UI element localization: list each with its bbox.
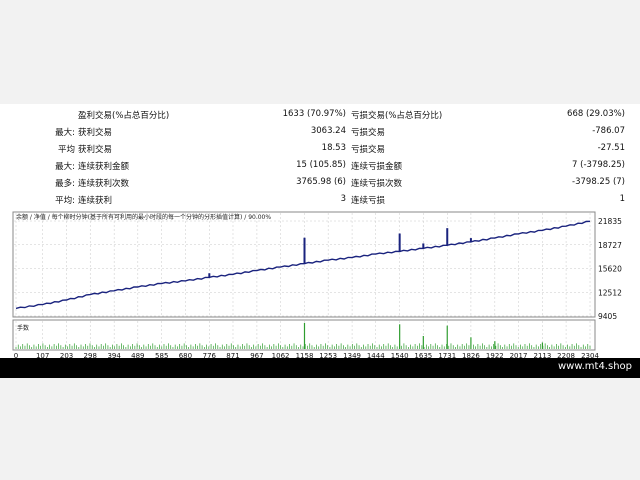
stat-value-right: 7 (-3798.25): [572, 160, 625, 170]
stat-value-right: 1: [619, 194, 625, 204]
chart-title: 余额 / 净值 / 每个柳时分钟(基于所有可利用的最小时段的每一个分钟的分形插值…: [16, 214, 272, 221]
stat-label-left: 获利交易: [78, 128, 113, 138]
stat-value-left: 3063.24: [310, 126, 346, 136]
stat-value-right: -27.51: [597, 143, 625, 153]
site-url-text: www.mt4.shop: [557, 361, 632, 372]
stat-label-left: 连续获利次数: [78, 179, 130, 189]
stat-row: 平均: 连续获利 3 连续亏损 1: [0, 191, 640, 208]
stat-label-right: 亏损交易: [351, 145, 386, 155]
plot-frame: [12, 211, 596, 318]
stat-row: 盈利交易(%占总百分比) 1633 (70.97%) 亏损交易(%占总百分比) …: [0, 106, 640, 123]
stat-row: 最多: 连续获利次数 3765.98 (6) 连续亏损次数 -3798.25 (…: [0, 174, 640, 191]
equity-chart-svg: 218351872715620125129405 0 107 203 298 394 48…: [12, 211, 622, 359]
stat-prefix: 最大:: [55, 162, 75, 172]
stat-value-right: -786.07: [592, 126, 625, 136]
stats-table: 盈利交易(%占总百分比) 1633 (70.97%) 亏损交易(%占总百分比) …: [0, 104, 640, 209]
y-tick-label: 9405: [598, 312, 617, 321]
stat-label-right: 连续亏损: [351, 196, 386, 206]
equity-chart: 21835 18727 15620 12512 9405 0 107 203 298 394 48…: [0, 209, 640, 359]
stat-label-left: 连续获利: [78, 196, 113, 206]
stat-row: 最大: 连续获利金额 15 (105.85) 连续亏损金额 7 (-3798.2…: [0, 157, 640, 174]
bottom-background: [0, 378, 640, 480]
stat-label-right: 亏损交易: [351, 128, 386, 138]
stat-label-left: 盈利交易(%占总百分比): [78, 111, 170, 121]
stat-value-left: 3: [340, 194, 346, 204]
y-tick-label: 21835: [598, 217, 622, 226]
stat-label-right: 连续亏损金额: [351, 162, 403, 172]
stat-row: 平均 获利交易 18.53 亏损交易 -27.51: [0, 140, 640, 157]
y-axis-ticks: 21835 18727 15620 12512 9405: [598, 217, 622, 321]
stat-prefix: 最多:: [55, 179, 75, 189]
strategy-report: 盈利交易(%占总百分比) 1633 (70.97%) 亏损交易(%占总百分比) …: [0, 104, 640, 359]
volume-label: 手数: [17, 325, 30, 332]
y-tick-label: 15620: [598, 265, 622, 274]
stat-label-left: 获利交易: [78, 145, 113, 155]
stat-value-right: 668 (29.03%): [567, 109, 625, 119]
stat-prefix: 平均: [57, 145, 75, 155]
stat-value-left: 18.53: [321, 143, 346, 153]
stat-label-left: 连续获利金额: [78, 162, 130, 172]
y-tick-label: 18727: [598, 241, 622, 250]
stat-label-right: 连续亏损次数: [351, 179, 403, 189]
stat-value-left: 15 (105.85): [296, 160, 346, 170]
stat-prefix: 最大:: [55, 128, 75, 138]
stat-value-left: 3765.98 (6): [296, 177, 346, 187]
stat-row: 最大: 获利交易 3063.24 亏损交易 -786.07: [0, 123, 640, 140]
stat-label-right: 亏损交易(%占总百分比): [351, 111, 443, 121]
top-background: [0, 0, 640, 104]
footer-bar: www.mt4.shop: [0, 358, 640, 378]
stat-value-left: 1633 (70.97%): [282, 109, 346, 119]
stat-prefix: 平均:: [55, 196, 75, 206]
stat-value-right: -3798.25 (7): [572, 177, 625, 187]
y-tick-label: 12512: [598, 288, 622, 297]
